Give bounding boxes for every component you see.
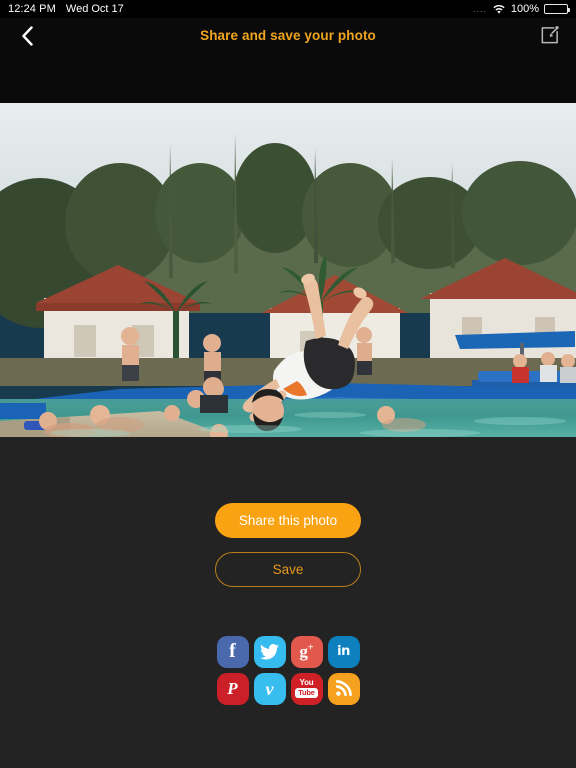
youtube-icon: You Tube [295,679,318,698]
signal-dots-icon: .... [472,4,487,14]
battery-percent-label: 100% [510,3,539,15]
twitter-share-button[interactable] [253,635,286,668]
facebook-icon: f [229,640,236,662]
photo-preview[interactable] [0,103,576,437]
nav-bar: Share and save your photo [0,18,576,53]
share-photo-screen: 12:24 PM Wed Oct 17 .... 100% Share and … [0,0,576,768]
social-cell-rss [325,670,362,707]
back-button[interactable] [14,23,40,49]
status-bar-right: .... 100% [472,3,570,15]
facebook-share-button[interactable]: f [216,635,249,668]
status-date: Wed Oct 17 [65,3,124,15]
youtube-share-button[interactable]: You Tube [290,672,323,705]
social-cell-vimeo: v [251,670,288,707]
page-title: Share and save your photo [200,28,376,43]
photo-image [0,103,576,437]
pinterest-share-button[interactable]: P [216,672,249,705]
status-time: 12:24 PM [8,3,56,15]
rss-icon [336,680,352,696]
share-this-photo-button[interactable]: Share this photo [215,503,361,538]
status-bar: 12:24 PM Wed Oct 17 .... 100% [0,0,576,18]
wifi-icon [492,4,506,15]
google-plus-icon: g+ [299,642,314,661]
pinterest-icon: P [227,679,238,698]
social-cell-pinterest: P [214,670,251,707]
save-button[interactable]: Save [215,552,361,587]
social-cell-linkedin: in [325,633,362,670]
twitter-icon [260,643,279,660]
chevron-left-icon [22,25,33,46]
rss-share-button[interactable] [327,672,360,705]
photo-top-gap [0,53,576,103]
vimeo-icon: v [265,678,274,699]
linkedin-icon: in [337,644,350,659]
social-cell-facebook: f [214,633,251,670]
compose-edit-icon [541,26,559,44]
battery-icon [544,4,570,14]
vimeo-share-button[interactable]: v [253,672,286,705]
youtube-tube-label: Tube [295,688,318,698]
social-cell-youtube: You Tube [288,670,325,707]
social-cell-google-plus: g+ [288,633,325,670]
youtube-you-label: You [299,678,314,688]
linkedin-share-button[interactable]: in [327,635,360,668]
status-bar-left: 12:24 PM Wed Oct 17 [8,3,124,15]
social-cell-twitter [251,633,288,670]
google-plus-share-button[interactable]: g+ [290,635,323,668]
social-share-grid: f g+ in P v You Tube [214,633,362,707]
edit-button[interactable] [536,23,562,49]
actions-panel: Share this photo Save f g+ in P v You Tu… [0,437,576,768]
